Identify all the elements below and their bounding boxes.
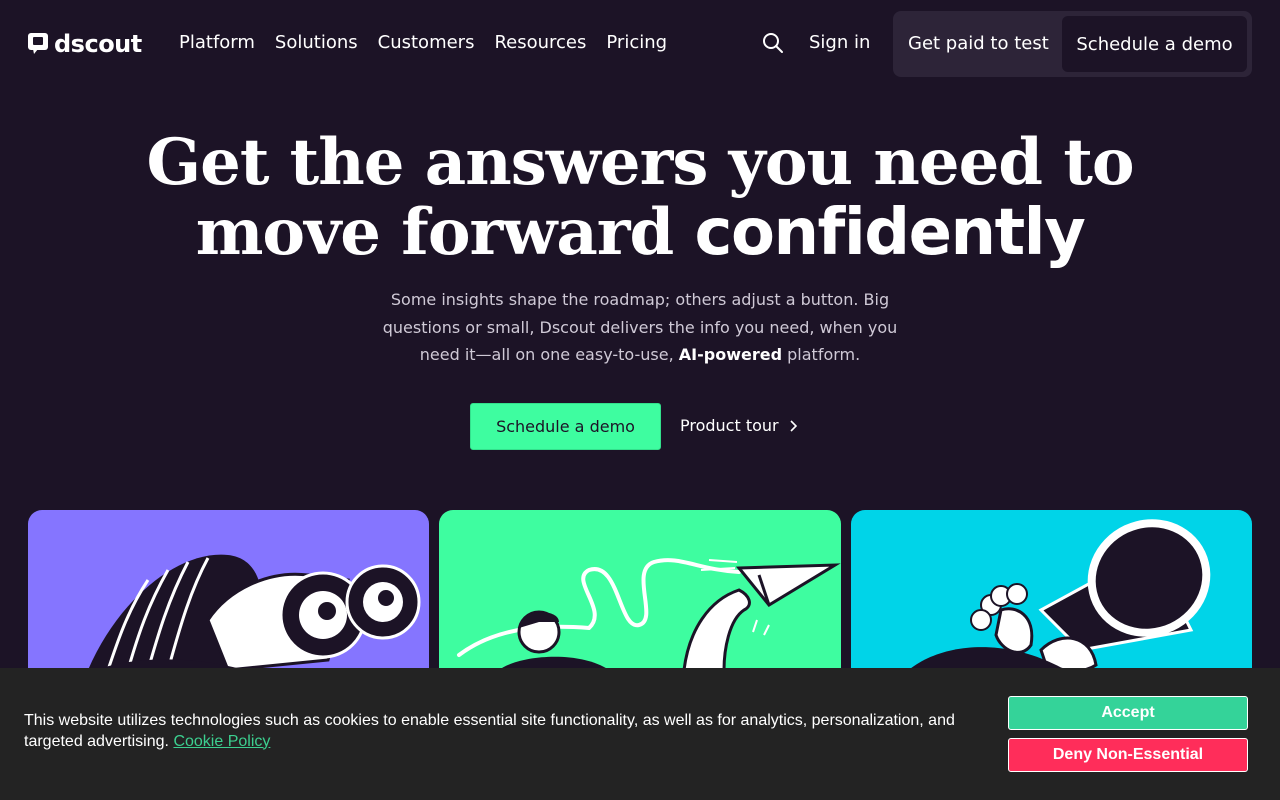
nav-solutions[interactable]: Solutions <box>275 30 358 56</box>
hero-subtitle-part2: platform. <box>787 345 861 364</box>
header-cta-group: Get paid to test Schedule a demo <box>893 11 1252 77</box>
search-icon[interactable] <box>762 32 784 54</box>
nav-resources[interactable]: Resources <box>494 30 586 56</box>
cookie-banner: This website utilizes technologies such … <box>0 668 1280 800</box>
cookie-policy-link[interactable]: Cookie Policy <box>173 733 270 750</box>
nav-platform[interactable]: Platform <box>179 30 255 56</box>
cookie-message: This website utilizes technologies such … <box>24 712 955 750</box>
nav-customers[interactable]: Customers <box>378 30 475 56</box>
hero-title-line1: Get the answers you need to <box>146 125 1134 200</box>
product-tour-link[interactable]: Product tour <box>680 414 797 438</box>
get-paid-link[interactable]: Get paid to test <box>908 31 1049 57</box>
schedule-demo-button[interactable]: Schedule a demo <box>470 403 661 450</box>
product-tour-label: Product tour <box>680 416 779 435</box>
nav-pricing[interactable]: Pricing <box>606 30 667 56</box>
cookie-deny-button[interactable]: Deny Non-Essential <box>1008 738 1248 772</box>
hero-title: Get the answers you need to move forward… <box>0 125 1280 270</box>
cookie-accept-button[interactable]: Accept <box>1008 696 1248 730</box>
schedule-demo-button-header[interactable]: Schedule a demo <box>1062 16 1247 72</box>
logo-chat-icon <box>28 33 48 54</box>
dscout-logo[interactable]: dscout <box>28 30 142 58</box>
logo-text: dscout <box>54 30 142 58</box>
hero-subtitle-bold: AI-powered <box>678 345 783 364</box>
site-header: dscout Platform Solutions Customers Reso… <box>0 0 1280 88</box>
hero-title-line2: move forward confidently <box>0 195 1280 270</box>
sign-in-link[interactable]: Sign in <box>809 30 870 56</box>
hero-title-bold: confidently <box>694 196 1086 270</box>
hero-subtitle: Some insights shape the roadmap; others … <box>380 286 900 369</box>
chevron-right-icon <box>790 420 797 432</box>
hero-title-regular: move forward <box>195 195 675 270</box>
cookie-banner-text: This website utilizes technologies such … <box>24 711 984 752</box>
main-nav: Platform Solutions Customers Resources P… <box>179 30 667 56</box>
